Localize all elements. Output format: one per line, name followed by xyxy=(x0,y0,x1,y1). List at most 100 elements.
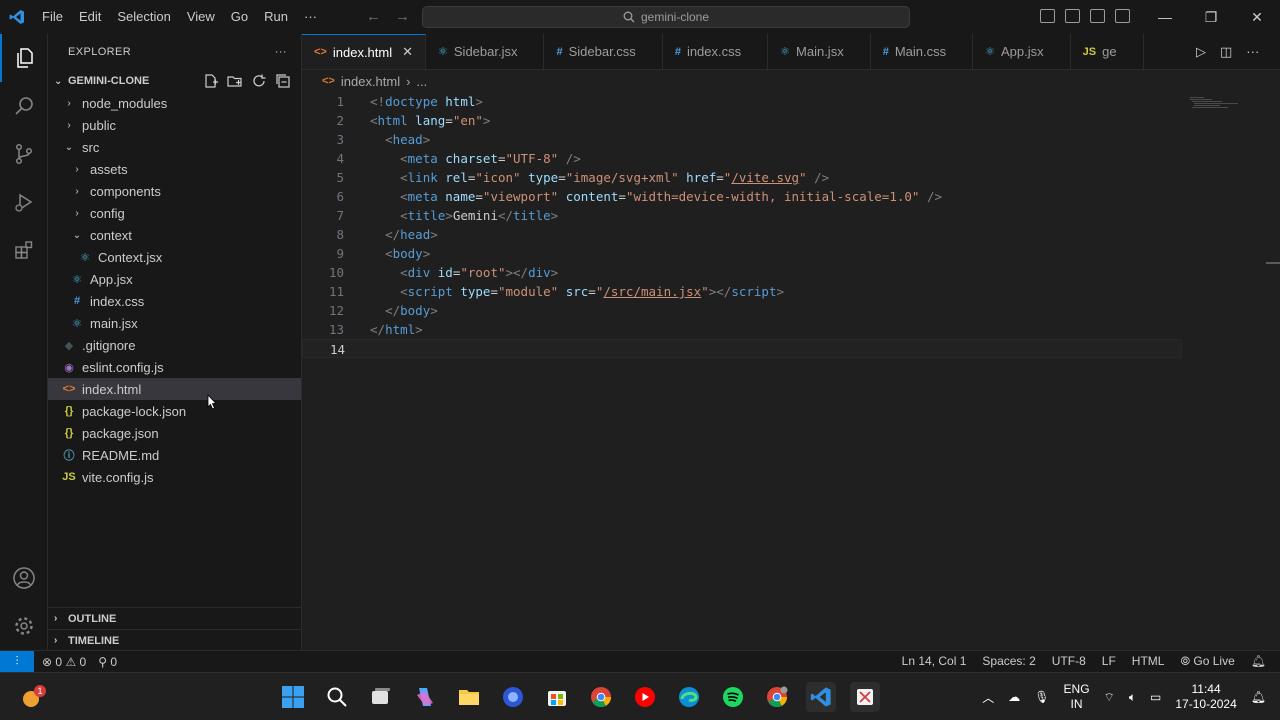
task-view-icon[interactable] xyxy=(366,682,396,712)
chrome-icon[interactable] xyxy=(586,682,616,712)
code-line[interactable]: 11 <script type="module" src="/src/main.… xyxy=(302,282,1182,301)
tree-folder[interactable]: › node_modules xyxy=(48,92,301,114)
new-folder-icon[interactable] xyxy=(227,73,243,89)
extensions-icon[interactable] xyxy=(0,226,48,274)
notifications-bell-icon[interactable]: 🔔︎ xyxy=(1251,654,1266,669)
explorer-icon[interactable] xyxy=(0,34,48,82)
account-icon[interactable] xyxy=(0,554,48,602)
copilot-icon[interactable] xyxy=(410,682,440,712)
editor-tab[interactable]: ⚛ Main.jsx xyxy=(768,34,871,69)
spotify-icon[interactable] xyxy=(718,682,748,712)
onedrive-icon[interactable]: ☁ xyxy=(1008,690,1020,704)
tree-file[interactable]: JS vite.config.js xyxy=(48,466,301,488)
editor-tab[interactable]: ⚛ App.jsx xyxy=(973,34,1071,69)
code-line[interactable]: 6 <meta name="viewport" content="width=d… xyxy=(302,187,1182,206)
menu-item[interactable]: Go xyxy=(223,0,256,34)
customize-layout-icon[interactable] xyxy=(1115,9,1130,23)
snipping-tool-icon[interactable] xyxy=(850,682,880,712)
go-live-button[interactable]: ⦾ Go Live xyxy=(1180,654,1234,669)
source-control-icon[interactable] xyxy=(0,130,48,178)
tree-file[interactable]: ⚛ App.jsx xyxy=(48,268,301,290)
tree-folder[interactable]: ⌄ context xyxy=(48,224,301,246)
tree-file[interactable]: ◉ eslint.config.js xyxy=(48,356,301,378)
volume-icon[interactable]: 🔈︎ xyxy=(1129,690,1136,705)
new-file-icon[interactable] xyxy=(203,73,219,89)
breadcrumb-rest[interactable]: ... xyxy=(416,74,427,89)
tree-folder[interactable]: › components xyxy=(48,180,301,202)
indentation[interactable]: Spaces: 2 xyxy=(982,654,1035,669)
breadcrumb-file[interactable]: index.html xyxy=(341,74,400,89)
language-indicator[interactable]: ENG IN xyxy=(1064,682,1090,712)
code-line[interactable]: 8 </head> xyxy=(302,225,1182,244)
editor-tab[interactable]: # Sidebar.css xyxy=(544,34,663,69)
toggle-secondary-sidebar-icon[interactable] xyxy=(1090,9,1105,23)
code-line[interactable]: 4 <meta charset="UTF-8" /> xyxy=(302,149,1182,168)
problems-indicator[interactable]: ⊗ 0 ⚠ 0 xyxy=(42,655,86,669)
explorer-more-button[interactable]: ··· xyxy=(275,46,287,58)
menu-item[interactable]: Edit xyxy=(71,0,109,34)
end-of-line[interactable]: LF xyxy=(1102,654,1116,669)
editor-tab[interactable]: <> index.html ✕ xyxy=(302,34,427,69)
clock[interactable]: 11:44 17-10-2024 xyxy=(1175,682,1236,712)
back-arrow-icon[interactable]: ← xyxy=(366,8,381,25)
menu-item[interactable]: ··· xyxy=(296,0,325,34)
cursor-position[interactable]: Ln 14, Col 1 xyxy=(902,654,967,669)
vscode-taskbar-icon[interactable] xyxy=(806,682,836,712)
minimize-icon[interactable]: — xyxy=(1142,0,1188,34)
editor-tab[interactable]: # index.css xyxy=(663,34,769,69)
code-line[interactable]: 9 <body> xyxy=(302,244,1182,263)
minimap[interactable] xyxy=(1190,96,1240,110)
collapse-all-icon[interactable] xyxy=(275,73,291,89)
more-actions-icon[interactable]: ··· xyxy=(1246,44,1259,60)
file-explorer-icon[interactable] xyxy=(454,682,484,712)
close-tab-icon[interactable]: ✕ xyxy=(402,44,413,60)
run-debug-icon[interactable] xyxy=(0,178,48,226)
code-line[interactable]: 12 </body> xyxy=(302,301,1182,320)
code-line[interactable]: 3 <head> xyxy=(302,130,1182,149)
edge-icon[interactable] xyxy=(674,682,704,712)
code-line[interactable]: 10 <div id="root"></div> xyxy=(302,263,1182,282)
encoding[interactable]: UTF-8 xyxy=(1052,654,1086,669)
forward-arrow-icon[interactable]: → xyxy=(395,8,410,25)
windows-start-icon[interactable] xyxy=(278,682,308,712)
editor-tab[interactable]: ⚛ Sidebar.jsx xyxy=(426,34,545,69)
split-editor-icon[interactable]: ◫ xyxy=(1220,44,1232,60)
youtube-icon[interactable] xyxy=(630,682,660,712)
tree-folder[interactable]: ⌄ src xyxy=(48,136,301,158)
toggle-primary-sidebar-icon[interactable] xyxy=(1040,9,1055,23)
microsoft-store-icon[interactable] xyxy=(542,682,572,712)
tree-file[interactable]: ⓘ README.md xyxy=(48,444,301,466)
run-icon[interactable]: ▷ xyxy=(1196,44,1206,60)
menu-item[interactable]: Selection xyxy=(109,0,178,34)
remote-indicator-icon[interactable]: ⫶ xyxy=(0,650,34,673)
weather-widget-icon[interactable]: 1 xyxy=(18,682,48,712)
tree-file[interactable]: ⚛ Context.jsx xyxy=(48,246,301,268)
taskbar-search-icon[interactable] xyxy=(322,682,352,712)
tree-folder[interactable]: › assets xyxy=(48,158,301,180)
search-icon[interactable] xyxy=(0,82,48,130)
tree-file[interactable]: # index.css xyxy=(48,290,301,312)
command-center-search[interactable]: gemini-clone xyxy=(422,6,910,28)
code-line[interactable]: 1 <!doctype html> xyxy=(302,92,1182,111)
scrollbar-marker[interactable] xyxy=(1266,262,1280,264)
workspace-folder[interactable]: ⌄ GEMINI-CLONE xyxy=(48,70,301,92)
tree-folder[interactable]: › config xyxy=(48,202,301,224)
language-mode[interactable]: HTML xyxy=(1132,654,1165,669)
tree-file[interactable]: <> index.html xyxy=(48,378,301,400)
tree-folder[interactable]: › public xyxy=(48,114,301,136)
toggle-panel-icon[interactable] xyxy=(1065,9,1080,23)
timeline-section[interactable]: › TIMELINE xyxy=(48,629,302,651)
editor-tab[interactable]: # Main.css xyxy=(871,34,974,69)
code-line[interactable]: 13 </html> xyxy=(302,320,1182,339)
battery-icon[interactable]: ▭ xyxy=(1150,690,1161,704)
outline-section[interactable]: › OUTLINE xyxy=(48,607,302,629)
refresh-icon[interactable] xyxy=(251,73,267,89)
tree-file[interactable]: {} package.json xyxy=(48,422,301,444)
wifi-icon[interactable]: ⌔ xyxy=(1104,690,1115,705)
code-line[interactable]: 5 <link rel="icon" type="image/svg+xml" … xyxy=(302,168,1182,187)
restore-icon[interactable]: ❐ xyxy=(1188,0,1234,34)
app-icon-blue[interactable] xyxy=(498,682,528,712)
close-icon[interactable]: ✕ xyxy=(1234,0,1280,34)
chrome-profile-icon[interactable] xyxy=(762,682,792,712)
manage-gear-icon[interactable] xyxy=(0,602,48,650)
